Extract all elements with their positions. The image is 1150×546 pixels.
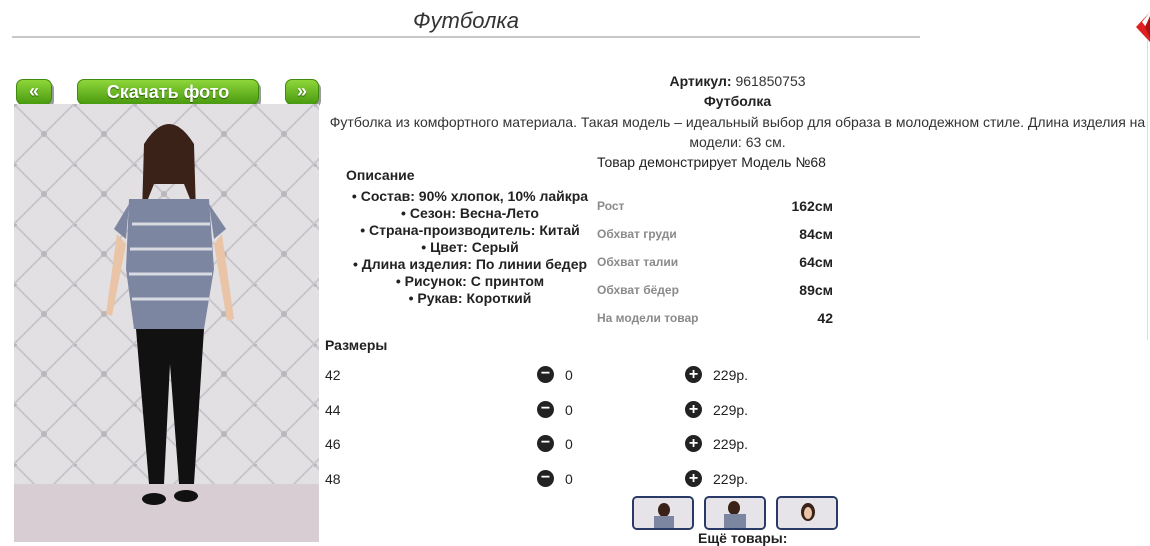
table-row: Обхват талии 64см: [597, 248, 833, 276]
price: 229р.: [713, 436, 749, 452]
thumbnail-1[interactable]: [632, 496, 694, 530]
size-label: 44: [325, 402, 341, 418]
param-label: Рост: [597, 199, 625, 213]
minus-icon[interactable]: −: [537, 435, 554, 452]
list-item: Сезон: Весна-Лето: [345, 205, 595, 222]
table-row: Обхват груди 84см: [597, 220, 833, 248]
table-row: Рост 162см: [597, 192, 833, 220]
model-params-table: Рост 162см Обхват груди 84см Обхват талии 6…: [597, 192, 833, 332]
plus-icon[interactable]: +: [685, 470, 702, 487]
quantity-value: 0: [565, 402, 573, 418]
price: 229р.: [713, 402, 749, 418]
prev-photo-button[interactable]: «: [16, 79, 52, 105]
minus-icon[interactable]: −: [537, 366, 554, 383]
param-value: 89см: [799, 282, 833, 298]
plus-icon[interactable]: +: [685, 366, 702, 383]
list-item: Состав: 90% хлопок, 10% лайкра: [345, 188, 595, 205]
size-row: 42 − 0 + 229р.: [325, 366, 825, 386]
scrollbar[interactable]: [1147, 40, 1148, 340]
param-label: На модели товар: [597, 311, 699, 325]
quantity-value: 0: [565, 367, 573, 383]
next-photo-button[interactable]: »: [285, 79, 319, 105]
size-row: 46 − 0 + 229р.: [325, 435, 825, 455]
param-value: 162см: [791, 198, 833, 214]
param-value: 64см: [799, 254, 833, 270]
article-value: 961850753: [735, 73, 806, 89]
product-description: Футболка из комфортного материала. Такая…: [329, 114, 1146, 150]
thumbnail-2[interactable]: [704, 496, 766, 530]
param-value: 42: [817, 310, 833, 326]
list-item: Рисунок: С принтом: [345, 273, 595, 290]
list-item: Цвет: Серый: [345, 239, 595, 256]
sizes-title: Размеры: [325, 337, 388, 353]
size-label: 48: [325, 471, 341, 487]
param-label: Обхват талии: [597, 255, 679, 269]
more-products-label: Ещё товары:: [698, 530, 788, 546]
param-label: Обхват бёдер: [597, 283, 679, 297]
minus-icon[interactable]: −: [537, 401, 554, 418]
thumbnail-3[interactable]: [776, 496, 838, 530]
description-list: Состав: 90% хлопок, 10% лайкра Сезон: Ве…: [345, 188, 595, 307]
list-item: Страна-производитель: Китай: [345, 222, 595, 239]
quantity-value: 0: [565, 471, 573, 487]
product-name: Футболка: [703, 93, 772, 109]
download-photo-button[interactable]: Скачать фото: [77, 79, 259, 105]
table-row: На модели товар 42: [597, 304, 833, 332]
article-label: Артикул:: [669, 73, 732, 89]
price: 229р.: [713, 367, 749, 383]
plus-icon[interactable]: +: [685, 401, 702, 418]
quantity-value: 0: [565, 436, 573, 452]
plus-icon[interactable]: +: [685, 435, 702, 452]
param-value: 84см: [799, 226, 833, 242]
list-item: Длина изделия: По линии бедер: [345, 256, 595, 273]
close-icon[interactable]: [1136, 12, 1150, 42]
size-label: 42: [325, 367, 341, 383]
list-item: Рукав: Короткий: [345, 290, 595, 307]
table-row: Обхват бёдер 89см: [597, 276, 833, 304]
product-photo: [14, 104, 319, 542]
size-label: 46: [325, 436, 341, 452]
model-note: Товар демонстрирует Модель №68: [597, 154, 826, 170]
price: 229р.: [713, 471, 749, 487]
param-label: Обхват груди: [597, 227, 677, 241]
description-title: Описание: [346, 167, 415, 183]
size-row: 48 − 0 + 229р.: [325, 470, 825, 490]
minus-icon[interactable]: −: [537, 470, 554, 487]
article-line: Артикул: 961850753: [325, 73, 1150, 89]
page-title: Футболка: [12, 8, 920, 38]
size-row: 44 − 0 + 229р.: [325, 401, 825, 421]
